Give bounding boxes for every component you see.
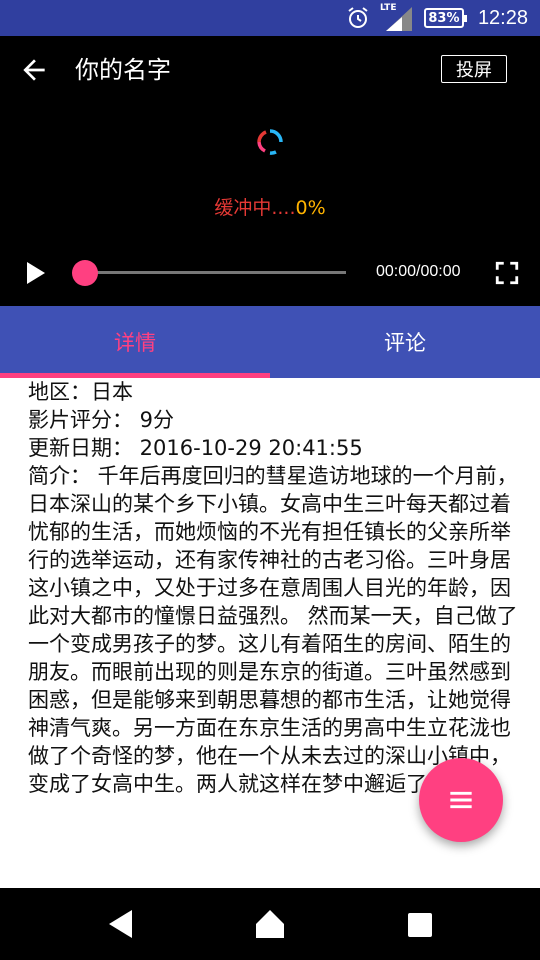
status-time: 12:28 (477, 6, 528, 29)
nav-recent-icon (408, 913, 432, 937)
nav-home-icon (256, 910, 284, 938)
seek-bar[interactable] (85, 271, 346, 274)
menu-icon (450, 791, 472, 809)
network-type-label: LTE (379, 3, 397, 13)
signal-icon: LTE (379, 3, 414, 31)
tab-comments[interactable]: 评论 (270, 306, 540, 378)
battery-level: 83% (423, 8, 467, 28)
time-readout: 00:00/00:00 (376, 263, 461, 280)
back-button[interactable] (18, 54, 50, 86)
navigation-bar (0, 888, 540, 960)
video-title: 你的名字 (75, 56, 171, 84)
play-icon (27, 262, 45, 284)
seek-thumb[interactable] (72, 260, 98, 286)
fullscreen-button[interactable] (494, 260, 520, 286)
nav-home-button[interactable] (255, 908, 285, 940)
nav-recent-button[interactable] (407, 912, 433, 938)
buffer-status: 缓冲中....0% (0, 193, 540, 220)
nav-back-icon (109, 910, 132, 938)
status-bar: LTE 83% 12:28 (0, 0, 540, 36)
loading-spinner-icon (256, 128, 284, 156)
tab-bar: 详情 评论 (0, 306, 540, 378)
region-text: 地区：日本 (28, 380, 133, 404)
cast-button[interactable]: 投屏 (441, 55, 507, 83)
tab-details[interactable]: 详情 (0, 306, 270, 378)
rating-text: 影片评分： 9分 (28, 408, 175, 432)
buffer-percent: 0% (295, 197, 326, 219)
video-player[interactable]: 你的名字 投屏 缓冲中....0% 00:00/00:00 (0, 36, 540, 306)
nav-back-button[interactable] (106, 908, 136, 940)
fullscreen-icon (495, 261, 519, 285)
arrow-back-icon (23, 59, 45, 81)
menu-fab-button[interactable] (419, 758, 503, 842)
alarm-icon (346, 6, 370, 30)
buffer-label: 缓冲中.... (214, 197, 296, 219)
updated-text: 更新日期： 2016-10-29 20:41:55 (28, 436, 363, 460)
battery-icon: 83% (423, 8, 467, 28)
summary-text: 简介： 千年后再度回归的彗星造访地球的一个月前，日本深山的某个乡下小镇。女高中生… (28, 464, 518, 796)
play-button[interactable] (22, 260, 48, 286)
